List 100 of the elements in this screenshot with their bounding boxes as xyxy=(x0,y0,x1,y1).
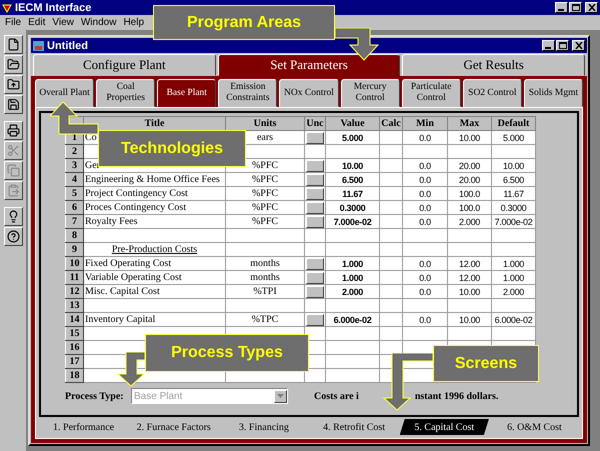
menu-item[interactable]: View xyxy=(52,17,74,28)
menu-item[interactable]: Window xyxy=(80,17,116,28)
uncertainty-button[interactable] xyxy=(306,174,324,186)
table-cell-text: 0.0 xyxy=(418,188,432,198)
uncertainty-button[interactable] xyxy=(306,132,324,144)
column-header: Min xyxy=(402,116,448,130)
column-header: Units xyxy=(226,116,304,130)
row-number: 7 xyxy=(66,214,84,228)
table-cell-text: Engineering & Home Office Fees xyxy=(85,174,221,185)
menu-item[interactable]: Help xyxy=(123,17,144,28)
table-cell-text: 7.000e-02 xyxy=(494,216,534,226)
table-cell-text: 2.000 xyxy=(458,216,482,226)
maximize-button[interactable] xyxy=(556,40,569,51)
table-cell-text: 0.3000 xyxy=(338,202,366,212)
row-number: 8 xyxy=(66,228,84,242)
folder-up-icon xyxy=(6,78,20,91)
table-cell-text: 11.67 xyxy=(502,188,525,198)
maximize-button[interactable] xyxy=(569,2,582,13)
close-button[interactable] xyxy=(572,40,585,51)
cost-note: Costs are i xyxy=(314,390,359,402)
uncertainty-button[interactable] xyxy=(306,258,324,270)
row-number: 13 xyxy=(66,298,84,312)
table-cell-text: 6.000e-02 xyxy=(494,314,534,324)
close-button[interactable] xyxy=(585,2,598,13)
save-button[interactable] xyxy=(4,95,22,114)
folder-button[interactable] xyxy=(4,55,22,74)
table-cell-text: 0.0 xyxy=(418,314,432,324)
caret-icon xyxy=(274,390,287,402)
uncertainty-button[interactable] xyxy=(306,272,324,284)
table-cell-text: Project Contingency Cost xyxy=(85,188,189,199)
folder-up-button[interactable] xyxy=(4,75,22,94)
maximize-icon xyxy=(558,42,566,49)
uncertainty-button[interactable] xyxy=(306,188,324,200)
row-number: 15 xyxy=(66,326,84,340)
minimize-button[interactable] xyxy=(542,40,555,51)
screen-tab[interactable]: 5. Capital Cost xyxy=(400,419,489,435)
program-tab[interactable]: Get Results xyxy=(402,54,586,76)
table-cell-text: 6.500 xyxy=(502,174,526,184)
uncertainty-button[interactable] xyxy=(306,202,324,214)
table-cell-text: months xyxy=(249,272,281,283)
document-icon xyxy=(6,38,20,51)
technology-tab[interactable]: Mercury Control xyxy=(340,79,400,107)
uncertainty-button[interactable] xyxy=(306,216,324,228)
uncertainty-button[interactable] xyxy=(306,314,324,326)
row-number: 16 xyxy=(66,340,84,354)
table-cell-text: 20.00 xyxy=(458,174,482,184)
table-cell-text: 0.0 xyxy=(418,202,432,212)
technology-tab[interactable]: Base Plant xyxy=(157,79,216,107)
table-cell-text: 0.0 xyxy=(418,272,432,282)
uncertainty-button[interactable] xyxy=(306,160,324,172)
uncertainty-button[interactable] xyxy=(306,286,324,298)
table-cell-text: 1.000 xyxy=(340,258,364,268)
scissors-icon xyxy=(6,144,20,157)
help-button[interactable] xyxy=(4,227,22,246)
row-number: 9 xyxy=(66,242,84,256)
row-number: 5 xyxy=(66,186,84,200)
technology-tab[interactable]: Particulate Control xyxy=(402,79,461,107)
table-cell-text: 10.00 xyxy=(458,286,482,296)
table-cell-text: 1.000 xyxy=(340,272,364,282)
cost-note: nstant 1996 dollars. xyxy=(414,390,498,402)
column-header: Max xyxy=(448,116,492,130)
row-number: 12 xyxy=(66,284,84,298)
callout-arrow xyxy=(115,352,146,387)
technology-tab[interactable]: Solids Mgmt xyxy=(524,79,583,107)
technology-tab[interactable]: Overall Plant xyxy=(35,79,94,107)
close-icon xyxy=(574,42,582,49)
row-number: 4 xyxy=(66,172,84,186)
table-cell-text: 2.000 xyxy=(340,286,364,296)
document-button[interactable] xyxy=(4,35,22,54)
folder-icon xyxy=(6,58,20,71)
table-cell-text: 10.00 xyxy=(458,314,482,324)
program-tab[interactable]: Configure Plant xyxy=(33,54,216,76)
table-cell-text: Fixed Operating Cost xyxy=(85,258,172,269)
document-icon xyxy=(33,40,44,50)
table-cell-text: %TPI xyxy=(252,286,278,297)
table-cell-text: 12.00 xyxy=(458,258,482,268)
technology-tab[interactable]: Coal Properties xyxy=(96,79,156,107)
menu-item[interactable]: File xyxy=(5,17,22,28)
column-header: Default xyxy=(492,116,536,130)
table-cell-text: Misc. Capital Cost xyxy=(85,286,161,297)
technology-tab[interactable]: NOx Control xyxy=(279,79,339,107)
callout-label: Process Types xyxy=(145,334,309,372)
minimize-button[interactable] xyxy=(555,2,568,13)
table-cell-text: 100.0 xyxy=(458,188,482,198)
table-cell-text: 10.00 xyxy=(340,160,364,170)
program-tab[interactable]: Set Parameters xyxy=(218,54,400,76)
table-cell-text: Royalty Fees xyxy=(85,216,138,227)
table-cell-text: Pre-Production Costs xyxy=(110,244,198,255)
column-header: Value xyxy=(326,116,380,130)
table-cell-text: ears xyxy=(256,132,274,143)
lightbulb-button[interactable] xyxy=(4,207,22,226)
table-cell-text: 0.0 xyxy=(418,216,432,226)
technology-tab[interactable]: Emission Constraints xyxy=(218,79,278,107)
menu-item[interactable]: Edit xyxy=(28,17,46,28)
print-button[interactable] xyxy=(4,121,22,140)
save-icon xyxy=(6,98,20,111)
technology-tab[interactable]: SO2 Control xyxy=(462,79,522,107)
table-cell-text: %PFC xyxy=(250,188,280,199)
table-cell-text: months xyxy=(249,258,281,269)
table-cell-text: %PFC xyxy=(250,160,280,171)
